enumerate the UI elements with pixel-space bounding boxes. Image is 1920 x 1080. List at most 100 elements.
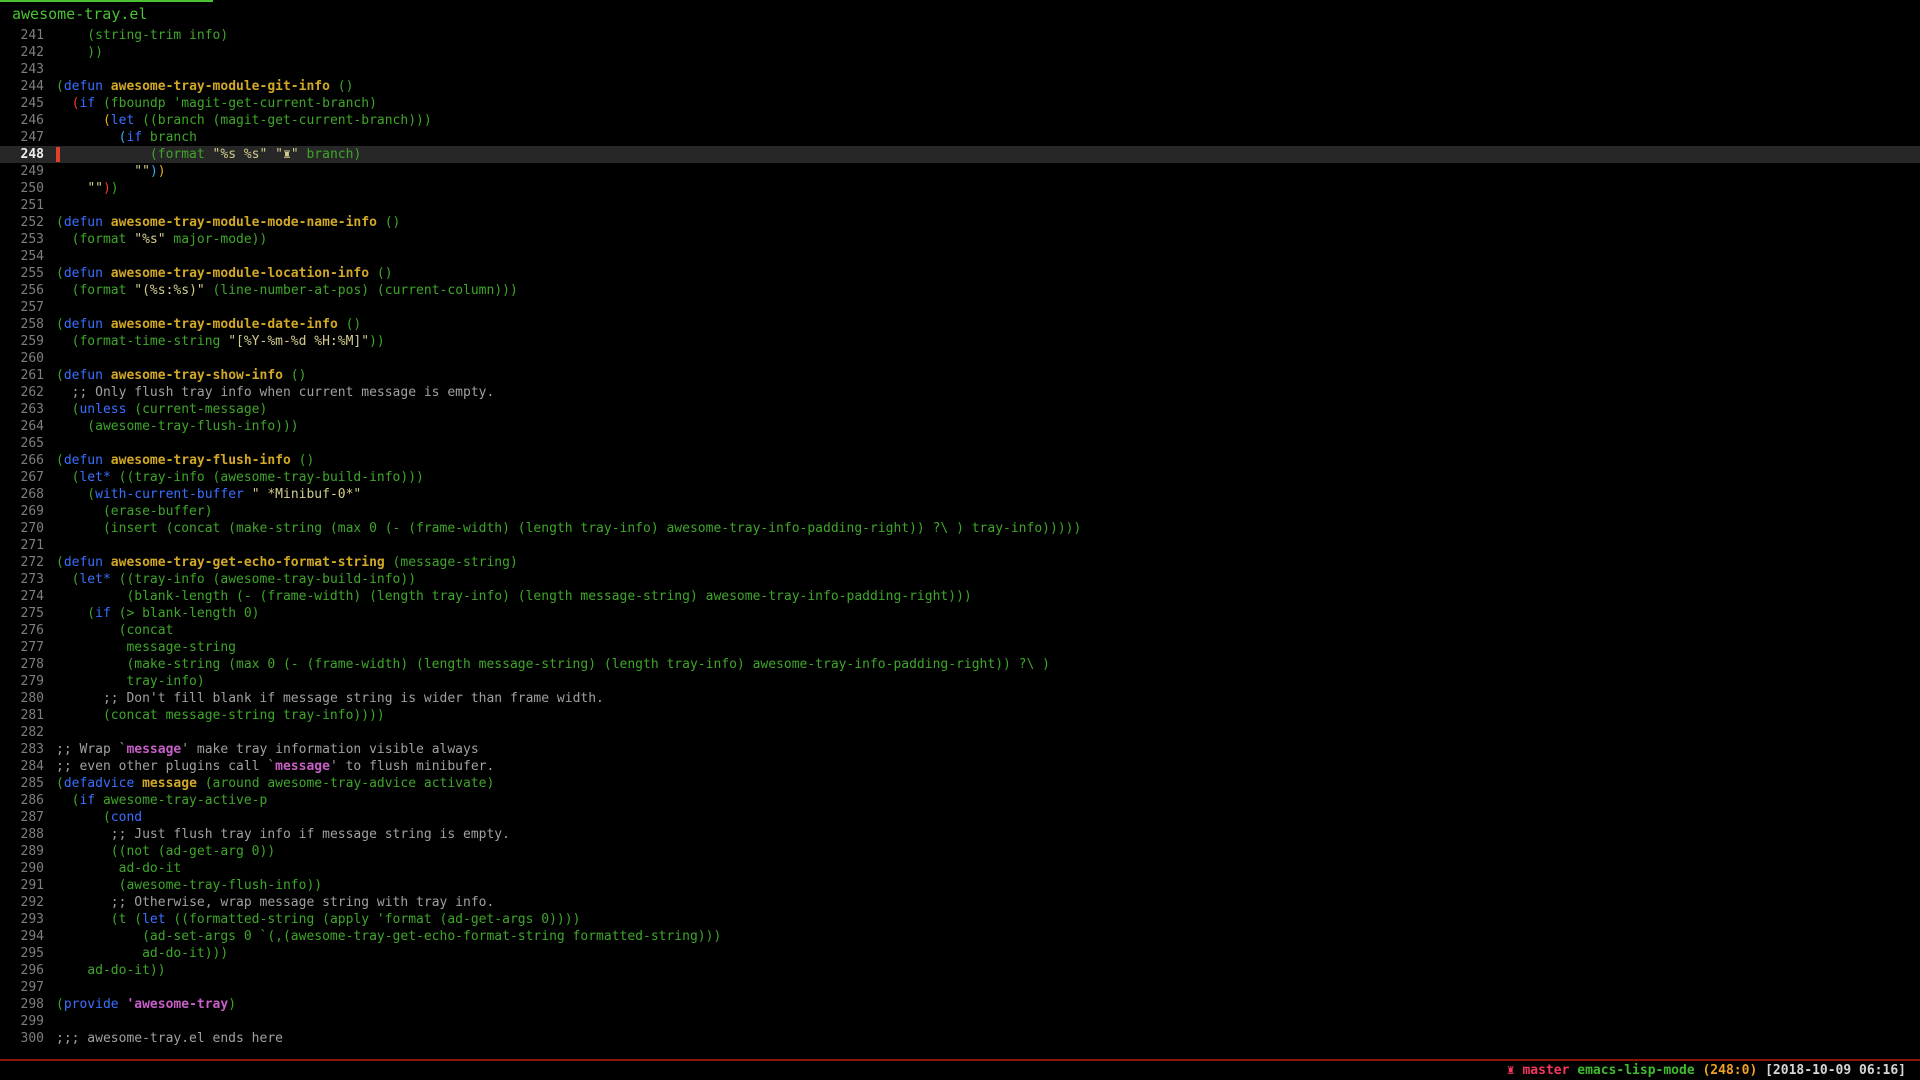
code-line[interactable]: 243 [0,61,1920,78]
code-line[interactable]: 294 (ad-set-args 0 `(,(awesome-tray-get-… [0,928,1920,945]
code-line[interactable]: 241 (string-trim info) [0,27,1920,44]
code-line[interactable]: 251 [0,197,1920,214]
code-line[interactable]: 246 (let ((branch (magit-get-current-bra… [0,112,1920,129]
line-number: 257 [0,299,44,316]
code-line[interactable]: 255(defun awesome-tray-module-location-i… [0,265,1920,282]
code-line[interactable]: 296 ad-do-it)) [0,962,1920,979]
buffer-name: awesome-tray.el [12,5,147,23]
clock: [2018-10-09 06:16] [1765,1063,1906,1078]
code-line[interactable]: 291 (awesome-tray-flush-info)) [0,877,1920,894]
line-number: 300 [0,1030,44,1047]
code-line[interactable]: 244(defun awesome-tray-module-git-info (… [0,78,1920,95]
code-text: (defadvice message (around awesome-tray-… [44,776,494,791]
line-number: 271 [0,537,44,554]
code-line[interactable]: 268 (with-current-buffer " *Minibuf-0*" [0,486,1920,503]
code-line[interactable]: 269 (erase-buffer) [0,503,1920,520]
code-text [44,1014,56,1029]
code-line[interactable]: 279 tray-info) [0,673,1920,690]
cursor-position: (248:0) [1702,1063,1765,1078]
code-line[interactable]: 264 (awesome-tray-flush-info))) [0,418,1920,435]
code-text: (let ((branch (magit-get-current-branch)… [44,113,432,128]
code-line[interactable]: 265 [0,435,1920,452]
header-line: awesome-tray.el [0,0,1920,27]
buffer-tab[interactable]: awesome-tray.el [0,0,213,23]
line-number: 286 [0,792,44,809]
code-text: (if branch [44,130,197,145]
code-line[interactable]: 258(defun awesome-tray-module-date-info … [0,316,1920,333]
code-line[interactable]: 280 ;; Don't fill blank if message strin… [0,690,1920,707]
code-text: (if (fboundp 'magit-get-current-branch) [44,96,377,111]
line-number: 280 [0,690,44,707]
line-number: 277 [0,639,44,656]
code-line[interactable]: 277 message-string [0,639,1920,656]
code-line[interactable]: 299 [0,1013,1920,1030]
line-number: 297 [0,979,44,996]
line-number: 241 [0,27,44,44]
code-line[interactable]: 292 ;; Otherwise, wrap message string wi… [0,894,1920,911]
code-line[interactable]: 249 "")) [0,163,1920,180]
code-line[interactable]: 275 (if (> blank-length 0) [0,605,1920,622]
code-text [44,725,56,740]
code-line[interactable]: 271 [0,537,1920,554]
code-line[interactable]: 281 (concat message-string tray-info)))) [0,707,1920,724]
code-line[interactable]: 283;; Wrap `message' make tray informati… [0,741,1920,758]
code-line[interactable]: 290 ad-do-it [0,860,1920,877]
code-line[interactable]: 257 [0,299,1920,316]
code-line[interactable]: 248 (format "%s %s" "♜" branch) [0,146,1920,163]
code-line[interactable]: 250 "")) [0,180,1920,197]
code-line[interactable]: 285(defadvice message (around awesome-tr… [0,775,1920,792]
line-number: 293 [0,911,44,928]
code-line[interactable]: 274 (blank-length (- (frame-width) (leng… [0,588,1920,605]
code-line[interactable]: 276 (concat [0,622,1920,639]
code-line[interactable]: 287 (cond [0,809,1920,826]
code-line[interactable]: 298(provide 'awesome-tray) [0,996,1920,1013]
code-line[interactable]: 260 [0,350,1920,367]
code-line[interactable]: 289 ((not (ad-get-arg 0)) [0,843,1920,860]
code-line[interactable]: 261(defun awesome-tray-show-info () [0,367,1920,384]
code-line[interactable]: 267 (let* ((tray-info (awesome-tray-buil… [0,469,1920,486]
line-number: 291 [0,877,44,894]
code-line[interactable]: 253 (format "%s" major-mode)) [0,231,1920,248]
code-text [44,538,56,553]
line-number: 248 [0,146,44,163]
code-area[interactable]: 241 (string-trim info)242 ))243244(defun… [0,27,1920,1047]
line-number: 283 [0,741,44,758]
code-line[interactable]: 256 (format "(%s:%s)" (line-number-at-po… [0,282,1920,299]
code-line[interactable]: 242 )) [0,44,1920,61]
line-number: 256 [0,282,44,299]
code-line[interactable]: 262 ;; Only flush tray info when current… [0,384,1920,401]
code-line[interactable]: 286 (if awesome-tray-active-p [0,792,1920,809]
code-line[interactable]: 272(defun awesome-tray-get-echo-format-s… [0,554,1920,571]
code-line[interactable]: 270 (insert (concat (make-string (max 0 … [0,520,1920,537]
code-line[interactable]: 282 [0,724,1920,741]
code-text: ;; even other plugins call `message' to … [44,759,494,774]
line-number: 242 [0,44,44,61]
code-line[interactable]: 297 [0,979,1920,996]
code-text: ;; Only flush tray info when current mes… [44,385,494,400]
line-number: 278 [0,656,44,673]
code-line[interactable]: 247 (if branch [0,129,1920,146]
code-line[interactable]: 288 ;; Just flush tray info if message s… [0,826,1920,843]
code-text: ad-do-it))) [44,946,228,961]
line-number: 282 [0,724,44,741]
code-line[interactable]: 254 [0,248,1920,265]
code-line[interactable]: 245 (if (fboundp 'magit-get-current-bran… [0,95,1920,112]
code-line[interactable]: 259 (format-time-string "[%Y-%m-%d %H:%M… [0,333,1920,350]
line-number: 254 [0,248,44,265]
code-text: ;; Just flush tray info if message strin… [44,827,510,842]
code-line[interactable]: 263 (unless (current-message) [0,401,1920,418]
code-line[interactable]: 300;;; awesome-tray.el ends here [0,1030,1920,1047]
code-line[interactable]: 284;; even other plugins call `message' … [0,758,1920,775]
code-line[interactable]: 273 (let* ((tray-info (awesome-tray-buil… [0,571,1920,588]
code-text: (defun awesome-tray-get-echo-format-stri… [44,555,518,570]
code-line[interactable]: 293 (t (let ((formatted-string (apply 'f… [0,911,1920,928]
code-line[interactable]: 252(defun awesome-tray-module-mode-name-… [0,214,1920,231]
line-number: 255 [0,265,44,282]
code-line[interactable]: 278 (make-string (max 0 (- (frame-width)… [0,656,1920,673]
code-text: tray-info) [44,674,205,689]
code-line[interactable]: 295 ad-do-it))) [0,945,1920,962]
code-text: (provide 'awesome-tray) [44,997,236,1012]
code-line[interactable]: 266(defun awesome-tray-flush-info () [0,452,1920,469]
line-number: 269 [0,503,44,520]
line-number: 260 [0,350,44,367]
